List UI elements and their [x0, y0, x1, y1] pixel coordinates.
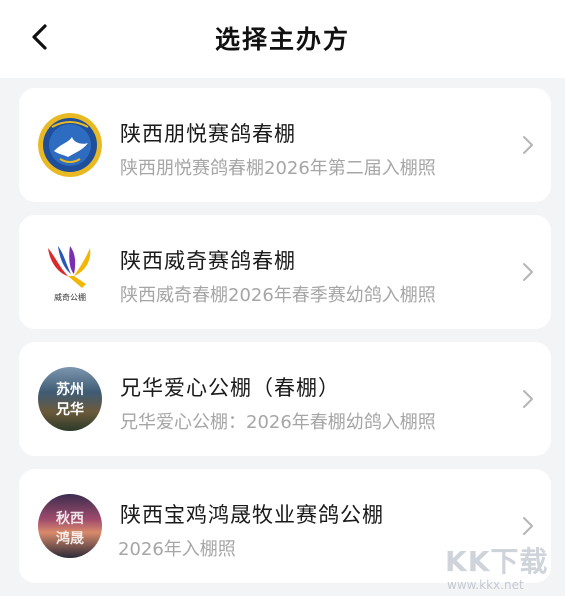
organizer-subtitle: 2026年入棚照 — [118, 539, 236, 560]
chevron-right-icon — [523, 263, 533, 281]
chevron-right-icon — [523, 390, 533, 408]
weiqi-logo: 威奇公棚 — [38, 240, 102, 304]
logo-text-line1: 秋西 — [56, 511, 84, 527]
organizer-subtitle: 陕西朋悦赛鸽春棚2026年第二届入棚照 — [120, 158, 436, 179]
pengyue-logo — [38, 113, 102, 177]
watermark: KK下载 www.kkx.net — [445, 540, 563, 595]
logo-text-line2: 鸿晟 — [56, 531, 84, 547]
header-bar: 选择主办方 — [0, 0, 565, 78]
chevron-right-icon — [523, 517, 533, 535]
chevron-right-icon — [523, 136, 533, 154]
organizer-name: 陕西朋悦赛鸽春棚 — [120, 122, 296, 146]
organizer-subtitle: 兄华爱心公棚：2026年春棚幼鸽入棚照 — [120, 412, 436, 433]
organizer-card[interactable]: 苏州 兄华 兄华爱心公棚（春棚） 兄华爱心公棚：2026年春棚幼鸽入棚照 — [19, 342, 551, 456]
xionghua-logo: 苏州 兄华 — [38, 367, 102, 431]
hongsheng-logo: 秋西 鸿晟 — [38, 494, 102, 558]
organizer-card[interactable]: 威奇公棚 陕西威奇赛鸽春棚 陕西威奇春棚2026年春季赛幼鸽入棚照 — [19, 215, 551, 329]
logo-text-line1: 苏州 — [56, 382, 84, 398]
organizer-name: 兄华爱心公棚（春棚） — [120, 376, 340, 400]
logo-text: 威奇公棚 — [54, 292, 86, 302]
page-title: 选择主办方 — [214, 25, 350, 54]
watermark-url: www.kkx.net — [447, 578, 524, 592]
logo-text-line2: 兄华 — [56, 402, 84, 418]
organizer-name: 陕西威奇赛鸽春棚 — [120, 249, 296, 273]
organizer-name: 陕西宝鸡鸿晟牧业赛鸽公棚 — [120, 503, 384, 527]
organizer-card[interactable]: 陕西朋悦赛鸽春棚 陕西朋悦赛鸽春棚2026年第二届入棚照 — [19, 88, 551, 202]
organizer-list: 陕西朋悦赛鸽春棚 陕西朋悦赛鸽春棚2026年第二届入棚照 威奇公棚 陕西威奇赛鸽… — [19, 88, 551, 596]
organizer-subtitle: 陕西威奇春棚2026年春季赛幼鸽入棚照 — [120, 285, 436, 306]
watermark-text: KK下载 — [445, 545, 549, 578]
